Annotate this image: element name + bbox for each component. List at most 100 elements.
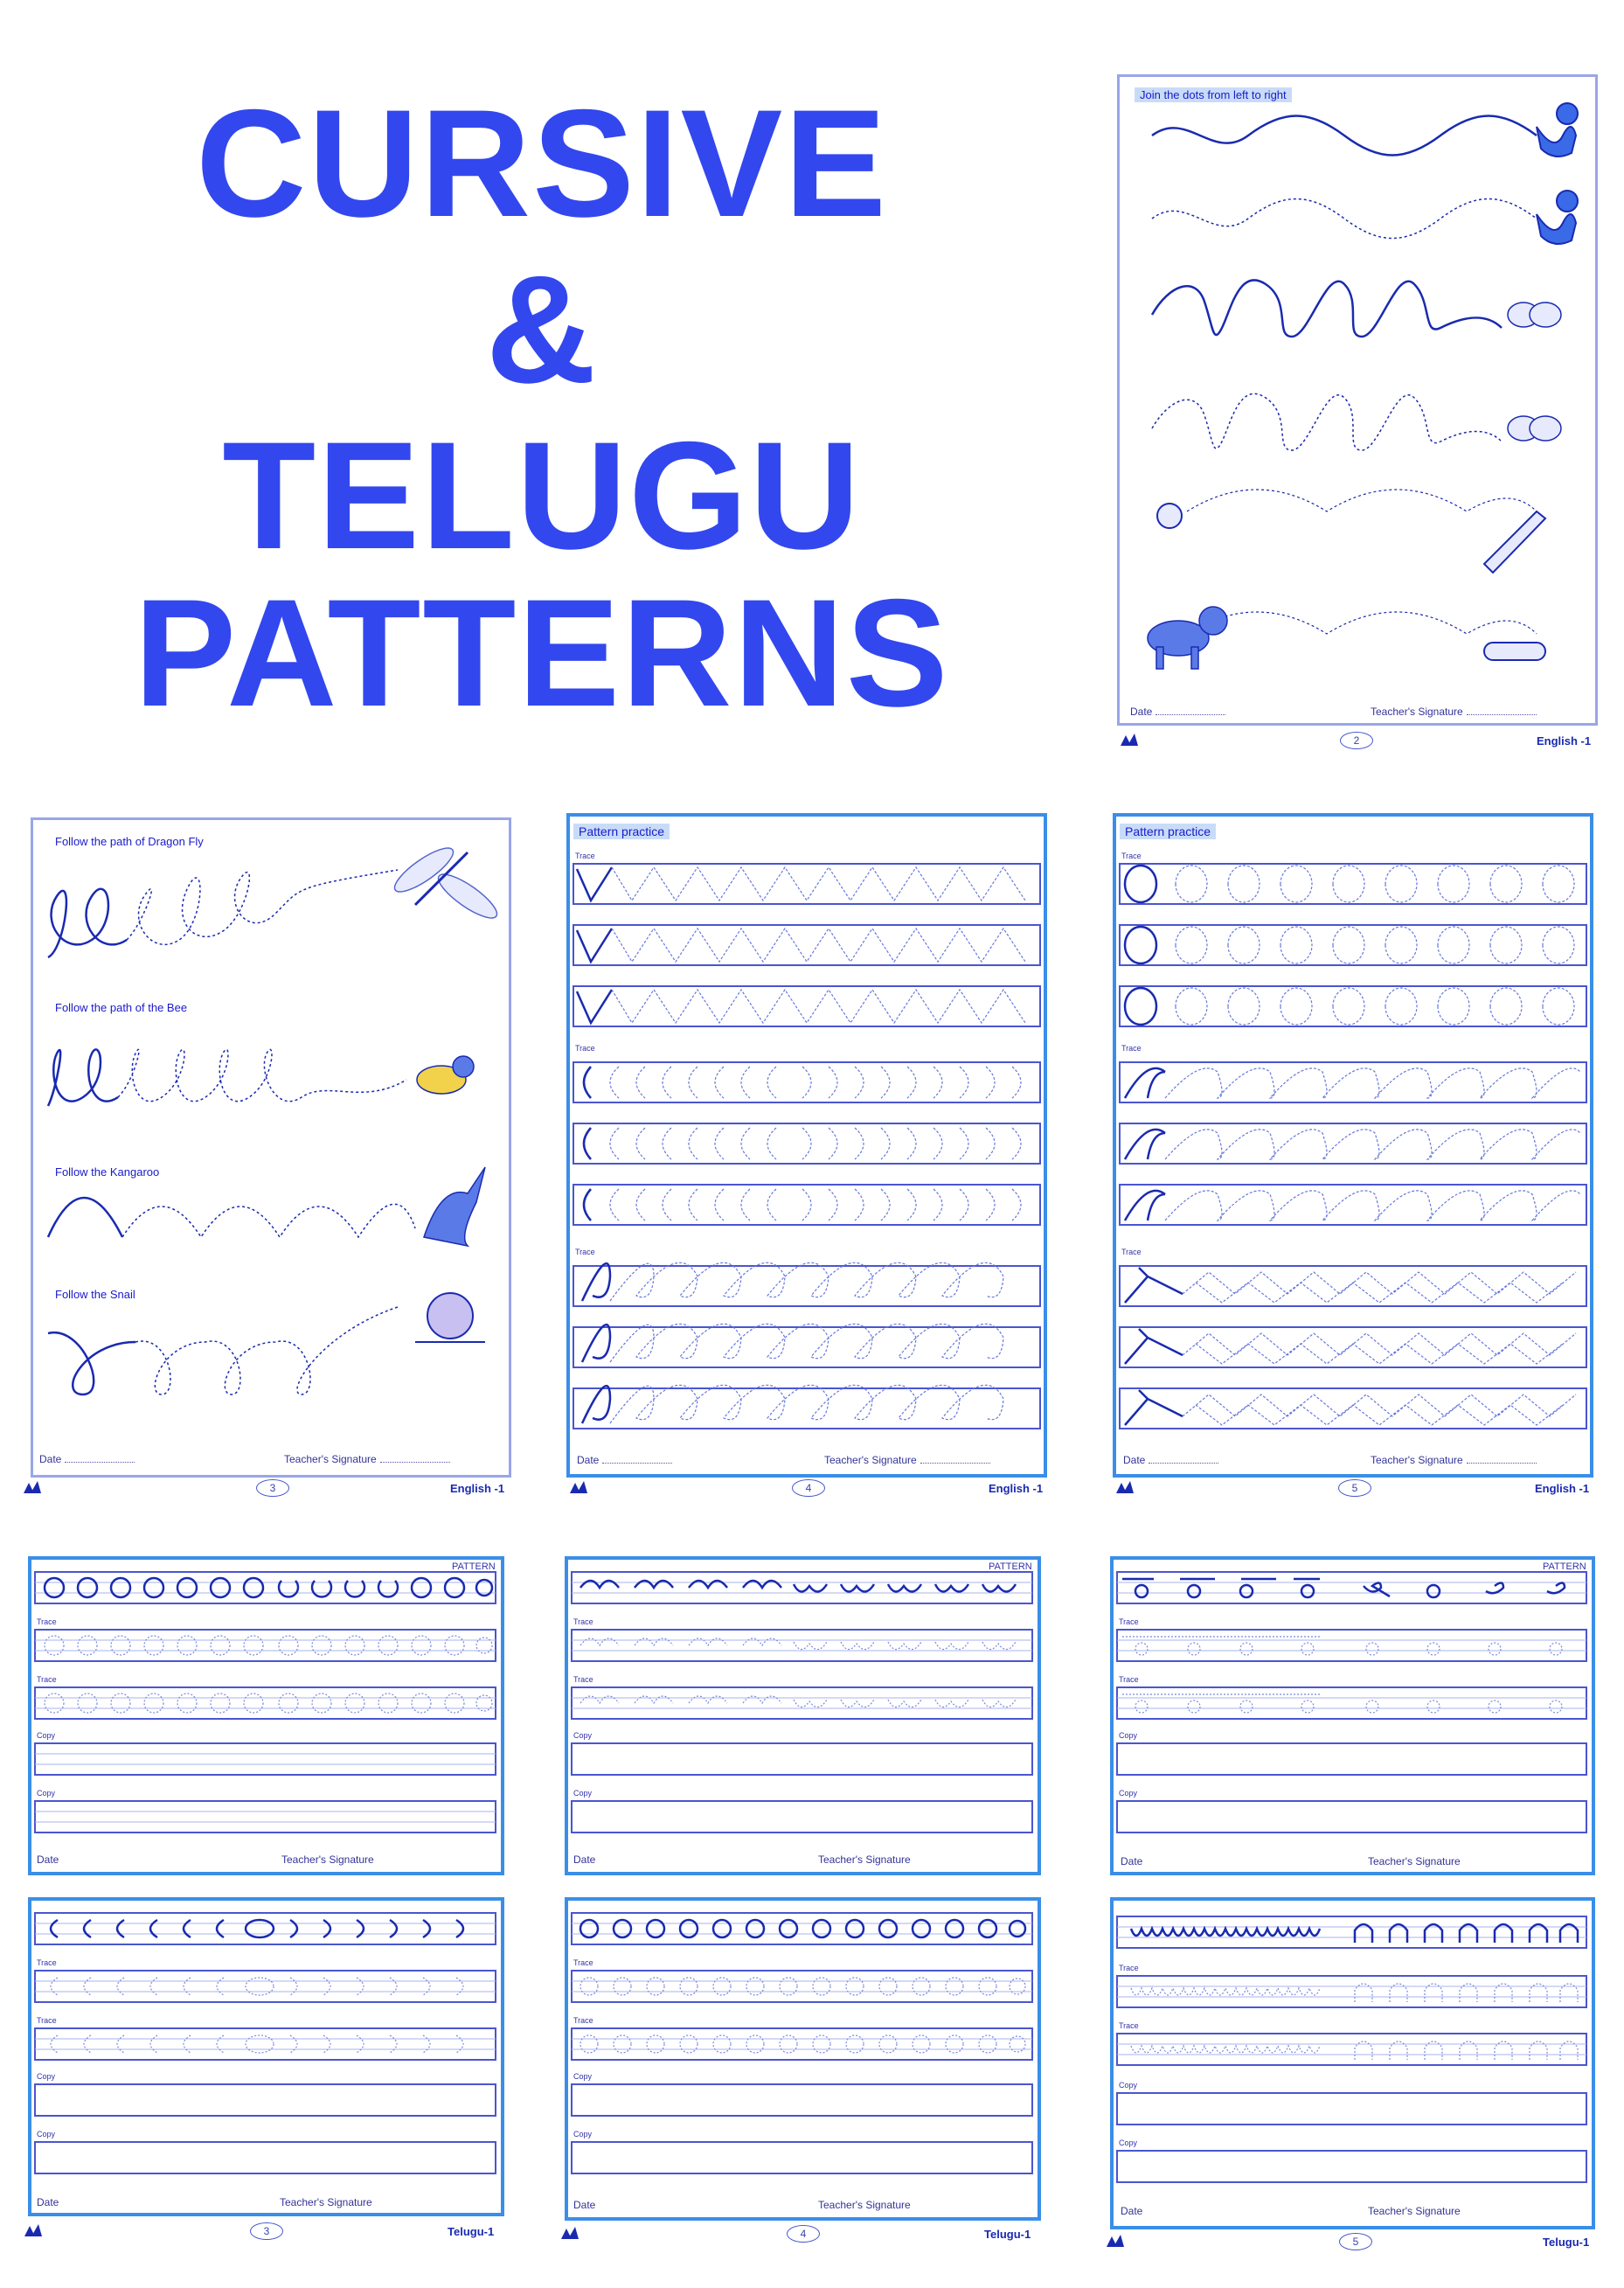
page-number: 3 bbox=[250, 2222, 283, 2240]
worksheet-page-5: Pattern practice Trace Trace Trace Date … bbox=[1113, 813, 1607, 1499]
date-line bbox=[1149, 1456, 1219, 1464]
signature-label: Teacher's Signature bbox=[284, 1453, 377, 1465]
trace-label-2: Trace bbox=[1119, 1675, 1139, 1684]
date-label: Date bbox=[573, 1853, 596, 1866]
date-line bbox=[65, 1455, 135, 1463]
trace-label-1: Trace bbox=[573, 1958, 593, 1967]
date-label: Date bbox=[573, 2199, 596, 2211]
pattern-bands bbox=[1116, 1916, 1587, 2183]
date-label: Date bbox=[1121, 2205, 1143, 2217]
date-label: Date bbox=[577, 1454, 600, 1466]
title-ampersand: & bbox=[485, 245, 599, 415]
copy-label-1: Copy bbox=[1119, 2081, 1138, 2090]
signature-line bbox=[1466, 1456, 1537, 1464]
book-label: English -1 bbox=[989, 1482, 1044, 1495]
date-label: Date bbox=[37, 1853, 59, 1866]
signature-label: Teacher's Signature bbox=[1368, 1855, 1461, 1867]
signature-label: Teacher's Signature bbox=[1371, 706, 1463, 718]
signature-label: Teacher's Signature bbox=[1371, 1454, 1463, 1466]
signature-label: Teacher's Signature bbox=[818, 1853, 911, 1866]
tracing-lines bbox=[46, 847, 498, 1396]
date-field: Date bbox=[577, 1454, 673, 1466]
publisher-logo-icon bbox=[561, 2227, 579, 2239]
book-label: English -1 bbox=[450, 1482, 505, 1495]
date-line bbox=[1156, 707, 1226, 715]
trace-label-2: Trace bbox=[1119, 2021, 1139, 2030]
date-field: Date bbox=[39, 1453, 135, 1465]
pattern-rows bbox=[1119, 863, 1587, 1429]
signature-label: Teacher's Signature bbox=[281, 1853, 374, 1866]
worksheet-page-4: Pattern practice Trace Trace Trace Date … bbox=[566, 813, 1056, 1499]
trace-label-1: Trace bbox=[37, 1617, 57, 1626]
telugu-sheet-page-5: Trace Trace Copy Copy Date Teacher's Sig… bbox=[1107, 1897, 1595, 2256]
date-field: Date bbox=[1130, 706, 1226, 718]
date-line bbox=[602, 1456, 673, 1464]
trace-label-1: Trace bbox=[1119, 1964, 1139, 1972]
telugu-sheet-page-3: Trace Trace Copy Copy Date Teacher's Sig… bbox=[24, 1897, 504, 2247]
pattern-bands bbox=[1116, 1571, 1587, 1833]
telugu-sheet-curves: PATTERN Trace Trace Copy Copy Date Teach… bbox=[565, 1556, 1041, 1880]
publisher-logo-icon bbox=[24, 2224, 42, 2236]
signature-line bbox=[920, 1456, 990, 1464]
signature-label: Teacher's Signature bbox=[1368, 2205, 1461, 2217]
signature-field: Teacher's Signature bbox=[824, 1454, 990, 1466]
page-number: 2 bbox=[1340, 732, 1373, 749]
pattern-bands bbox=[34, 1571, 496, 1833]
signature-line bbox=[379, 1455, 450, 1463]
telugu-sheet-circles: PATTERN Trace Trace Copy Copy Date Teach… bbox=[28, 1556, 504, 1880]
copy-label-2: Copy bbox=[1119, 1789, 1138, 1798]
copy-label-1: Copy bbox=[37, 1731, 56, 1740]
pattern-bands bbox=[571, 1571, 1033, 1833]
trace-label-1: Trace bbox=[1119, 1617, 1139, 1626]
pattern-rows bbox=[573, 863, 1041, 1429]
copy-label-2: Copy bbox=[573, 2130, 593, 2138]
worksheet-page-2: Join the dots from left to right Date Te… bbox=[1117, 74, 1607, 756]
book-label-telugu: Telugu-1 bbox=[448, 2225, 495, 2238]
copy-label-1: Copy bbox=[573, 1731, 593, 1740]
date-label: Date bbox=[1130, 706, 1153, 718]
signature-line bbox=[1466, 707, 1537, 715]
trace-label-2: Trace bbox=[37, 2016, 57, 2025]
trace-label-2: Trace bbox=[37, 1675, 57, 1684]
copy-label-2: Copy bbox=[37, 2130, 56, 2138]
trace-label-2: Trace bbox=[573, 1675, 593, 1684]
page-number: 3 bbox=[256, 1479, 289, 1497]
publisher-logo-icon bbox=[24, 1481, 41, 1493]
publisher-logo-icon bbox=[570, 1481, 587, 1493]
signature-label: Teacher's Signature bbox=[818, 2199, 911, 2211]
publisher-logo-icon bbox=[1107, 2235, 1124, 2247]
copy-label-2: Copy bbox=[573, 1789, 593, 1798]
pattern-bands bbox=[34, 1912, 496, 2174]
signature-field: Teacher's Signature bbox=[1371, 706, 1537, 718]
date-field: Date bbox=[1123, 1454, 1219, 1466]
publisher-logo-icon bbox=[1116, 1481, 1134, 1493]
copy-label-1: Copy bbox=[573, 2072, 593, 2081]
telugu-sheet-page-4: Trace Trace Copy Copy Date Teacher's Sig… bbox=[561, 1897, 1041, 2247]
worksheet-page-3: Follow the path of Dragon Fly Follow the… bbox=[24, 817, 520, 1499]
copy-label-1: Copy bbox=[37, 2072, 56, 2081]
page-number: 4 bbox=[792, 1479, 825, 1497]
copy-label-2: Copy bbox=[37, 1789, 56, 1798]
title-patterns: PATTERNS bbox=[134, 568, 950, 739]
tracing-lines bbox=[1147, 102, 1579, 670]
page-number: 5 bbox=[1338, 1479, 1371, 1497]
signature-label: Teacher's Signature bbox=[280, 2196, 372, 2208]
date-label: Date bbox=[1121, 1855, 1143, 1867]
book-label-telugu: Telugu-1 bbox=[984, 2228, 1031, 2241]
date-label: Date bbox=[1123, 1454, 1146, 1466]
page-number: 4 bbox=[787, 2225, 820, 2243]
book-label-telugu: Telugu-1 bbox=[1543, 2236, 1590, 2249]
signature-label: Teacher's Signature bbox=[824, 1454, 917, 1466]
copy-label-2: Copy bbox=[1119, 2138, 1138, 2147]
publisher-logo-icon bbox=[1121, 734, 1138, 746]
copy-label-1: Copy bbox=[1119, 1731, 1138, 1740]
book-label: English -1 bbox=[1535, 1482, 1590, 1495]
date-label: Date bbox=[37, 2196, 59, 2208]
page-number: 5 bbox=[1339, 2233, 1372, 2250]
signature-field: Teacher's Signature bbox=[284, 1453, 450, 1465]
signature-field: Teacher's Signature bbox=[1371, 1454, 1537, 1466]
pattern-bands bbox=[571, 1912, 1033, 2174]
trace-label-2: Trace bbox=[573, 2016, 593, 2025]
date-label: Date bbox=[39, 1453, 62, 1465]
telugu-sheet-ticks: PATTERN Trace Trace Copy Copy Date Teach… bbox=[1110, 1556, 1595, 1880]
